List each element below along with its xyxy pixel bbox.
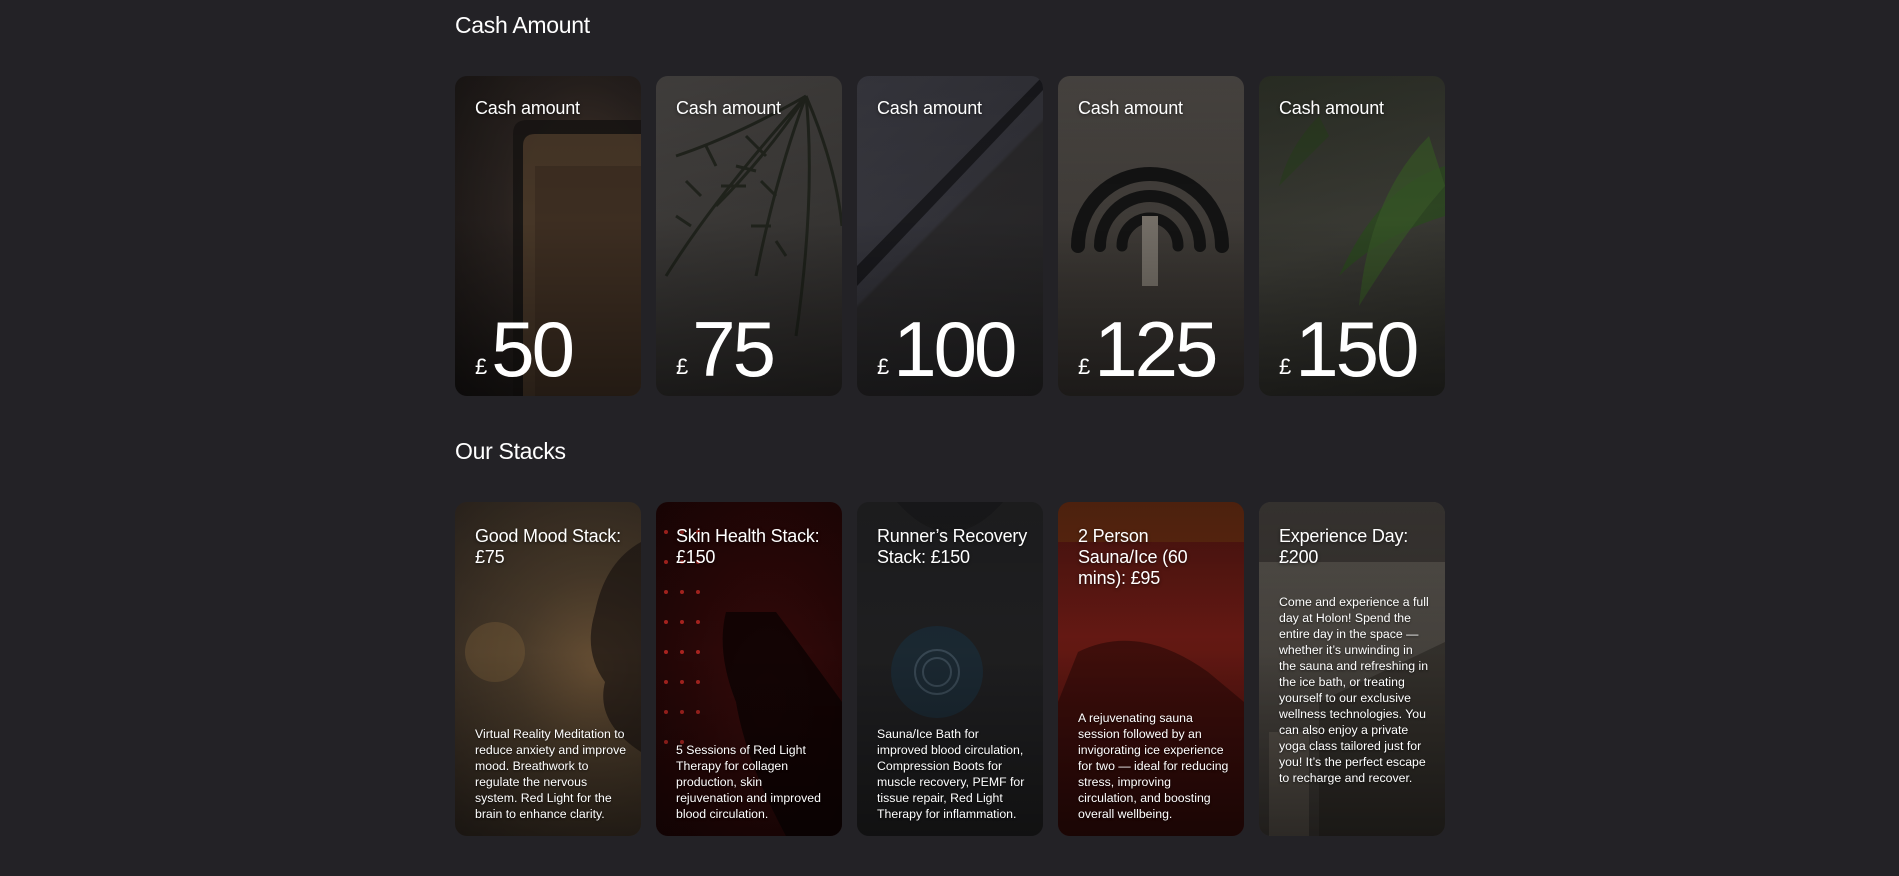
cash-card-label: Cash amount (1279, 98, 1384, 118)
amount-value: 50 (491, 305, 575, 393)
stack-card-experience-day[interactable]: Experience Day: £200 Come and experience… (1259, 502, 1445, 836)
stack-card-2-person-sauna[interactable]: 2 Person Sauna/Ice (60 mins): £95 A reju… (1058, 502, 1244, 836)
cash-card-amount: £ 75 (676, 305, 776, 393)
cash-card-50[interactable]: Cash amount £ 50 (455, 76, 641, 396)
stack-title: Experience Day: £200 (1279, 526, 1409, 567)
cash-card-amount: £ 150 (1279, 305, 1419, 393)
stack-card-good-mood[interactable]: Good Mood Stack: £75 Virtual Reality Med… (455, 502, 641, 836)
currency-symbol: £ (1078, 354, 1091, 379)
cash-card-amount: £ 100 (877, 305, 1017, 393)
our-stacks-heading: Our Stacks (455, 438, 566, 464)
cash-card-amount: £ 50 (475, 305, 575, 393)
stack-description: Sauna/Ice Bath for improved blood circul… (877, 727, 1025, 821)
stack-title: Runner’s Recovery Stack: £150 (877, 526, 1028, 567)
cash-card-label: Cash amount (475, 98, 580, 118)
cash-amount-cards: Cash amount £ 50 Cash amount £ 75 Cash a… (455, 76, 1445, 396)
stack-title: Good Mood Stack: £75 (475, 526, 621, 567)
amount-value: 75 (692, 305, 776, 393)
cash-card-label: Cash amount (676, 98, 781, 118)
amount-value: 125 (1094, 305, 1218, 393)
cash-card-amount: £ 125 (1078, 305, 1218, 393)
stack-title: Skin Health Stack: £150 (676, 526, 820, 567)
stack-card-runners-recovery[interactable]: Runner’s Recovery Stack: £150 Sauna/Ice … (857, 502, 1043, 836)
cash-card-150[interactable]: Cash amount £ 150 (1259, 76, 1445, 396)
amount-value: 100 (893, 305, 1017, 393)
stack-title: 2 Person Sauna/Ice (60 mins): £95 (1078, 526, 1188, 588)
cash-card-75[interactable]: Cash amount £ 75 (656, 76, 842, 396)
cash-card-label: Cash amount (1078, 98, 1183, 118)
cash-card-125[interactable]: Cash amount £ 125 (1058, 76, 1244, 396)
cash-card-100[interactable]: Cash amount £ 100 (857, 76, 1043, 396)
currency-symbol: £ (877, 354, 890, 379)
currency-symbol: £ (475, 354, 488, 379)
stack-description: Virtual Reality Meditation to reduce anx… (475, 727, 627, 821)
cash-card-label: Cash amount (877, 98, 982, 118)
currency-symbol: £ (676, 354, 689, 379)
stack-description: A rejuvenating sauna session followed by… (1078, 711, 1229, 821)
stack-cards: Good Mood Stack: £75 Virtual Reality Med… (455, 502, 1445, 836)
stack-description: Come and experience a full day at Holon!… (1279, 595, 1429, 785)
stack-card-skin-health[interactable]: Skin Health Stack: £150 5 Sessions of Re… (656, 502, 842, 836)
stack-description: 5 Sessions of Red Light Therapy for coll… (676, 743, 821, 821)
amount-value: 150 (1295, 305, 1419, 393)
currency-symbol: £ (1279, 354, 1292, 379)
cash-amount-heading: Cash Amount (455, 12, 590, 38)
